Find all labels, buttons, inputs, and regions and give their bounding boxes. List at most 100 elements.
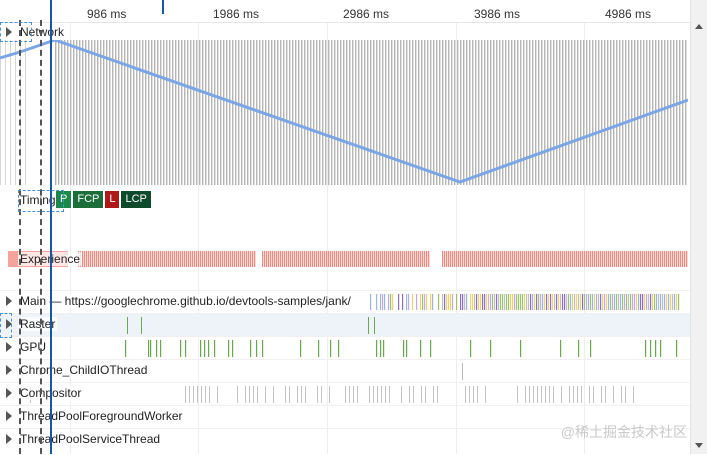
compositor-task xyxy=(329,386,330,403)
network-request-bar xyxy=(100,40,102,185)
compositor-task xyxy=(253,386,254,403)
gpu-activity[interactable] xyxy=(0,337,688,360)
gpu-task xyxy=(156,340,158,357)
network-request-bar xyxy=(460,40,462,185)
main-thread-task xyxy=(588,294,590,310)
raster-task xyxy=(374,317,375,334)
network-request-bar xyxy=(583,40,585,185)
main-thread-task xyxy=(532,294,534,310)
vertical-scrollbar[interactable] xyxy=(690,0,707,454)
scroll-up-icon[interactable] xyxy=(695,24,703,29)
network-request-bar xyxy=(226,40,228,185)
threadpool-foreground-track-header[interactable]: ThreadPoolForegroundWorker xyxy=(6,409,185,423)
network-track[interactable]: Network xyxy=(0,22,691,40)
gpu-task xyxy=(590,340,592,357)
compositor-track-header[interactable]: Compositor xyxy=(6,386,84,400)
network-request-bar xyxy=(433,40,435,185)
marker-fcp[interactable]: FCP xyxy=(73,191,104,208)
main-thread-task xyxy=(498,294,500,310)
main-thread-task xyxy=(620,294,622,310)
compositor-task xyxy=(373,386,374,403)
network-request-bar xyxy=(253,40,255,185)
child-io-track-header[interactable]: Chrome_ChildIOThread xyxy=(6,363,150,377)
main-thread-task xyxy=(460,294,462,310)
network-request-bar xyxy=(82,40,84,185)
network-request-bar xyxy=(235,40,237,185)
network-request-bar xyxy=(589,40,591,185)
compositor-task xyxy=(537,386,538,403)
network-request-bar xyxy=(667,40,669,185)
network-request-bar xyxy=(640,40,642,185)
expand-arrow-icon[interactable] xyxy=(6,296,12,306)
expand-arrow-icon[interactable] xyxy=(6,365,12,375)
time-ruler[interactable]: 986 ms 1986 ms 2986 ms 3986 ms 4986 ms xyxy=(0,0,691,23)
main-thread-task xyxy=(390,294,392,310)
network-request-bar xyxy=(490,40,492,185)
gpu-task xyxy=(300,340,302,357)
compositor-task xyxy=(485,386,486,403)
gpu-task xyxy=(180,340,182,357)
network-request-bar xyxy=(499,40,501,185)
network-request-bar xyxy=(304,40,306,185)
selection-boundary-left[interactable] xyxy=(19,20,21,454)
main-track-header[interactable]: Main — https://googlechrome.github.io/de… xyxy=(6,294,353,308)
scroll-down-icon[interactable] xyxy=(695,443,703,448)
network-request-bar xyxy=(556,40,558,185)
network-request-bar xyxy=(502,40,504,185)
selection-boundary-right[interactable] xyxy=(40,20,42,454)
ruler-cursor[interactable] xyxy=(162,0,164,14)
compositor-track[interactable]: Compositor xyxy=(0,382,691,406)
network-request-bar xyxy=(571,40,573,185)
compositor-activity[interactable] xyxy=(0,383,688,406)
gpu-task xyxy=(185,340,187,357)
network-request-bar xyxy=(613,40,615,185)
gpu-task xyxy=(490,340,492,357)
main-thread-track[interactable]: Main — https://googlechrome.github.io/de… xyxy=(0,290,691,314)
gpu-task xyxy=(383,340,385,357)
network-request-bar xyxy=(577,40,579,185)
gpu-track[interactable]: GPU xyxy=(0,336,691,360)
expand-arrow-icon[interactable] xyxy=(6,434,12,444)
network-request-bar xyxy=(313,40,315,185)
main-thread-task xyxy=(416,294,418,310)
network-requests-chart[interactable] xyxy=(0,40,688,185)
network-request-bar xyxy=(154,40,156,185)
network-request-bar xyxy=(523,40,525,185)
network-request-bar xyxy=(160,40,162,185)
main-thread-task xyxy=(654,294,656,310)
expand-arrow-icon[interactable] xyxy=(6,411,12,421)
main-thread-task xyxy=(478,294,480,310)
main-thread-task xyxy=(546,294,548,310)
main-thread-task xyxy=(530,294,532,310)
raster-activity[interactable] xyxy=(0,314,688,337)
expand-arrow-icon[interactable] xyxy=(6,388,12,398)
expand-arrow-icon[interactable] xyxy=(6,342,12,352)
main-thread-task xyxy=(658,294,660,310)
network-request-bar xyxy=(661,40,663,185)
threadpool-service-track-header[interactable]: ThreadPoolServiceThread xyxy=(6,432,163,446)
ruler-tick: 986 ms xyxy=(87,7,127,21)
compositor-task xyxy=(577,386,578,403)
compositor-task xyxy=(189,386,190,403)
network-request-bar xyxy=(574,40,576,185)
network-request-bar xyxy=(343,40,345,185)
playhead-cursor[interactable] xyxy=(50,0,52,454)
network-request-bar xyxy=(484,40,486,185)
marker-load[interactable]: L xyxy=(105,191,120,208)
network-request-bar xyxy=(424,40,426,185)
network-request-bar xyxy=(67,40,69,185)
main-thread-task xyxy=(548,294,550,310)
network-request-bar xyxy=(142,40,144,185)
main-thread-task xyxy=(432,294,434,310)
marker-lcp[interactable]: LCP xyxy=(121,191,151,208)
raster-track[interactable]: Raster xyxy=(0,313,691,337)
network-request-bar xyxy=(58,40,60,185)
experience-track[interactable]: Experience xyxy=(0,251,691,269)
main-thread-task xyxy=(674,294,676,310)
network-request-bar xyxy=(601,40,603,185)
network-request-bar xyxy=(277,40,279,185)
child-io-thread-track[interactable]: Chrome_ChildIOThread xyxy=(0,359,691,383)
main-thread-task xyxy=(484,294,486,310)
gpu-task xyxy=(578,340,580,357)
main-thread-task xyxy=(526,294,528,310)
